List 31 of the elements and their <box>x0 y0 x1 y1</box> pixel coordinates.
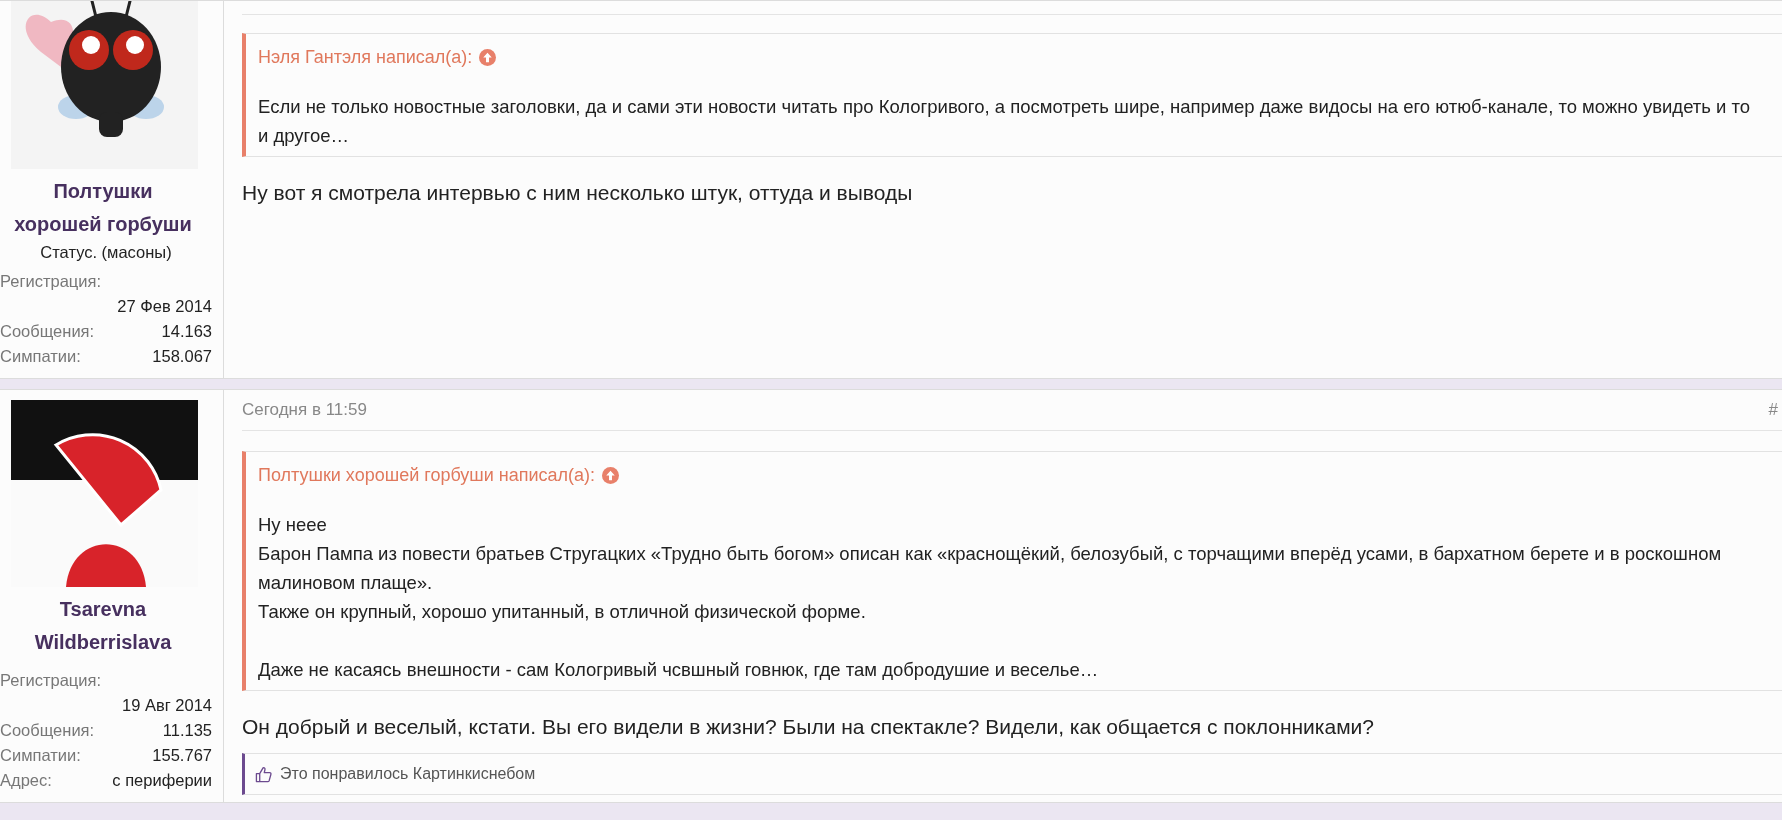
stat-value: 11.135 <box>161 721 212 740</box>
quote-author-link[interactable]: Полтушки хорошей горбуши написал(а): <box>258 465 596 486</box>
stat-label: Симпатии: <box>0 746 82 765</box>
stat-label: Сообщения: <box>0 322 95 341</box>
quote-text: Если не только новостные заголовки, да и сами эти новости читать про Кологривого, а посмотреть шире, например даже видосы на его ютюб-канале, то можно увидеть и то и другое… <box>258 95 1752 148</box>
stat-value: с периферии <box>111 771 212 790</box>
stat-label: Сообщения: <box>0 721 95 740</box>
quote-author-link[interactable]: Нэля Гантэля написал(а): <box>258 47 473 68</box>
stat-value: 158.067 <box>151 347 212 366</box>
stat-value: 155.767 <box>151 746 212 765</box>
post-text: Ну вот я смотрела интервью с ним несколько штук, оттуда и выводы <box>242 180 914 206</box>
user-status: Статус. (масоны) <box>39 243 173 262</box>
quote-text: Барон Пампа из повести братьев Стругацких «Трудно быть богом» описан как «краснощёкий, белозубый, с торчащими вперёд усами, в бархатном берете и в роскошном малиновом плаще». <box>258 542 1723 595</box>
arrow-up-icon[interactable] <box>602 467 620 484</box>
permalink[interactable]: # <box>1768 400 1778 420</box>
quote-text: Ну неее <box>258 513 328 537</box>
stat-label: Симпатии: <box>0 347 82 366</box>
stat-value: 14.163 <box>160 322 212 341</box>
username[interactable]: Tsarevna Wildberrislava <box>0 593 212 659</box>
arrow-up-icon[interactable] <box>479 49 497 66</box>
quote-text: Даже не касаясь внешности - сам Кологривый чсвшный говнюк, где там добродушие и веселье… <box>258 658 1100 682</box>
stat-value: 27 Фев 2014 <box>116 297 212 316</box>
stat-label: Регистрация: <box>0 272 103 291</box>
likes-text: Это понравилось Картинкиснебом <box>280 765 536 783</box>
post-text: Он добрый и веселый, кстати. Вы его видели в жизни? Были на спектакле? Видели, как общается с поклонниками? <box>242 714 1375 740</box>
quote-text: Также он крупный, хорошо упитанный, в отличной физической форме. <box>258 600 867 624</box>
post-date: Сегодня в 11:59 <box>242 400 367 420</box>
username[interactable]: Полтушки хорошей горбуши <box>0 175 212 241</box>
stat-label: Адрес: <box>0 771 53 790</box>
stat-label: Регистрация: <box>0 671 103 690</box>
stat-value: 19 Авг 2014 <box>120 696 212 715</box>
